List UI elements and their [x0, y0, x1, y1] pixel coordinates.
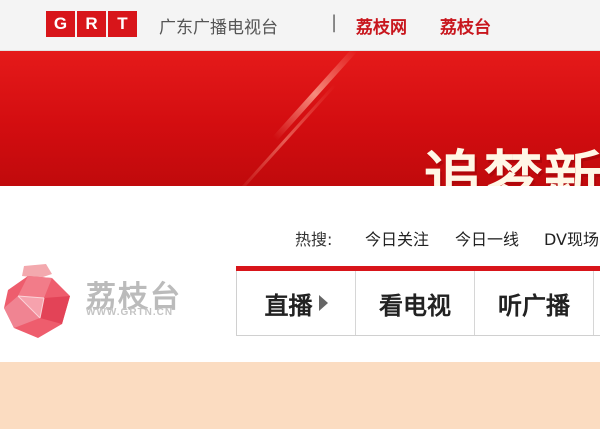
hot-search-link-dv-scene[interactable]: DV现场 [544, 226, 599, 250]
promo-banner[interactable]: 追梦新 [0, 51, 600, 186]
nav-divider: | [331, 12, 338, 33]
banner-light-streak [272, 51, 358, 141]
nav-link-lizhi-tv[interactable]: 荔枝台 [440, 13, 491, 38]
menu-item-live-label: 直播 [264, 291, 313, 320]
grt-logo-letter-g: G [46, 11, 75, 37]
station-name[interactable]: 广东广播电视台 [159, 13, 278, 38]
play-triangle-icon [318, 295, 328, 311]
main-menu: 直播 看电视 听广播 [236, 271, 600, 336]
menu-item-watch-tv[interactable]: 看电视 [356, 271, 475, 335]
banner-slogan: 追梦新 [424, 144, 600, 186]
hot-search-link-today-frontline[interactable]: 今日一线 [455, 226, 519, 250]
nav-link-lizhi-net[interactable]: 荔枝网 [356, 13, 407, 38]
menu-item-live[interactable]: 直播 [237, 271, 356, 335]
top-bar: G R T 广东广播电视台 | 荔枝网 荔枝台 [0, 0, 600, 51]
menu-item-radio[interactable]: 听广播 [475, 271, 594, 335]
menu-item-watch-tv-label: 看电视 [379, 291, 451, 320]
hot-search-label: 热搜: [295, 230, 333, 249]
content-band [0, 362, 600, 429]
grt-logo-letter-t: T [108, 11, 137, 37]
banner-light-streak-secondary [233, 83, 337, 186]
grt-logo-letter-r: R [77, 11, 106, 37]
grt-logo[interactable]: G R T [46, 11, 137, 37]
logo-url: WWW.GRTN.CN [86, 307, 174, 318]
menu-item-radio-label: 听广播 [498, 291, 570, 320]
hot-search-link-today-focus[interactable]: 今日关注 [365, 226, 429, 250]
lychee-icon [4, 264, 70, 338]
